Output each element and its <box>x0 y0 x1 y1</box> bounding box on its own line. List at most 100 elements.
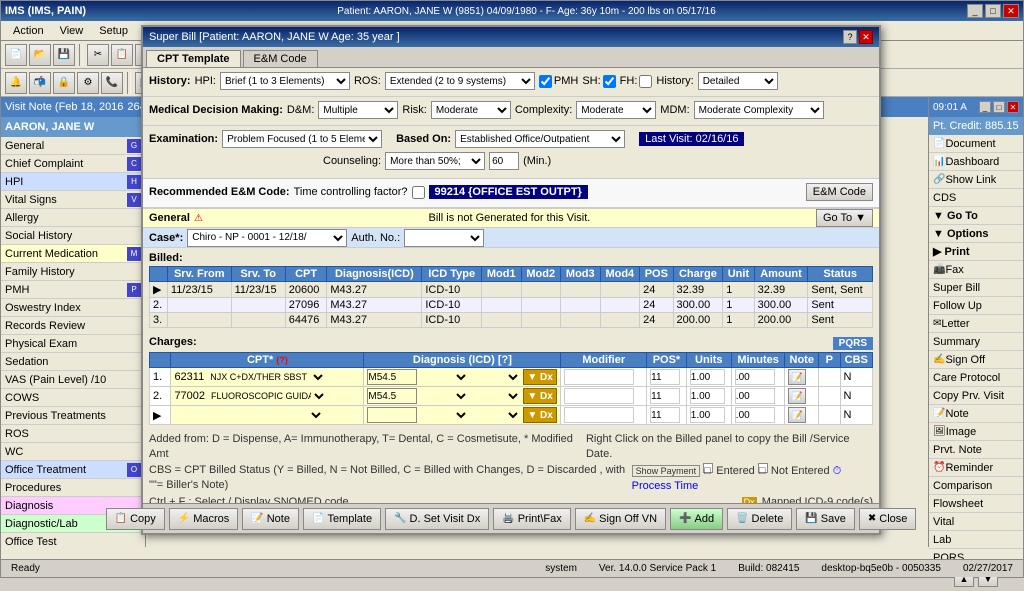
rs-image[interactable]: 🖼 Image <box>929 423 1023 441</box>
sidebar-item-records[interactable]: Records Review <box>1 317 145 335</box>
btn-set-visit-dx[interactable]: 🔧 D. Set Visit Dx <box>385 508 489 530</box>
sidebar-item-prev-treatments[interactable]: Previous Treatments <box>1 407 145 425</box>
note3-btn[interactable]: 📝 <box>788 407 806 423</box>
dx1-button[interactable]: ▼ Dx <box>523 369 556 385</box>
tb2-3[interactable]: 🔒 <box>53 72 75 94</box>
sidebar-item-office-treatment[interactable]: Office Treatment O <box>1 461 145 479</box>
right-minimize[interactable]: _ <box>979 101 991 113</box>
auth-select[interactable] <box>404 229 484 247</box>
cpt3-select[interactable] <box>174 407 324 423</box>
mod3-input[interactable] <box>564 407 634 423</box>
sidebar-item-medication[interactable]: Current Medication M <box>1 245 145 263</box>
diag3-select2[interactable] <box>471 407 521 423</box>
rs-followup[interactable]: Follow Up <box>929 297 1023 315</box>
note2-btn[interactable]: 📝 <box>788 388 806 404</box>
min1-input[interactable] <box>735 369 775 385</box>
rs-options[interactable]: ▼ Options <box>929 225 1023 243</box>
tab-em-code[interactable]: E&M Code <box>243 50 318 67</box>
billed-row-2[interactable]: 2. 27096 M43.27 ICD-10 24 300.00 <box>150 298 873 313</box>
units3-input[interactable] <box>690 407 725 423</box>
mod1-input[interactable] <box>564 369 634 385</box>
tb-cut[interactable]: ✂ <box>87 44 109 66</box>
show-payment-btn[interactable]: Show Payment <box>632 465 701 477</box>
charges-row-3[interactable]: ▶ ▼ Dx <box>150 406 873 425</box>
tb2-2[interactable]: 📬 <box>29 72 51 94</box>
rs-reminder[interactable]: ⏰ Reminder <box>929 459 1023 477</box>
pos2-input[interactable] <box>650 388 680 404</box>
rs-note[interactable]: 📝 Note <box>929 405 1023 423</box>
billed-table-container[interactable]: Srv. From Srv. To CPT Diagnosis(ICD) ICD… <box>149 266 873 328</box>
sidebar-item-procedures[interactable]: Procedures <box>1 479 145 497</box>
right-restore[interactable]: □ <box>993 101 1005 113</box>
sidebar-item-chief-complaint[interactable]: Chief Complaint C <box>1 155 145 173</box>
rs-comparison[interactable]: Comparison <box>929 477 1023 495</box>
minimize-button[interactable]: _ <box>967 4 983 18</box>
rs-dashboard[interactable]: 📊 Dashboard <box>929 153 1023 171</box>
charges-row-2[interactable]: 2. 77002 FLUOROSCOPIC GUIDANCE... <box>150 387 873 406</box>
history-select[interactable]: Detailed <box>698 72 778 90</box>
units2-input[interactable] <box>690 388 725 404</box>
tab-cpt-template[interactable]: CPT Template <box>146 50 241 67</box>
note1-btn[interactable]: 📝 <box>788 369 806 385</box>
counseling-select[interactable]: More than 50%; <box>385 152 485 170</box>
pos1-input[interactable] <box>650 369 680 385</box>
restore-button[interactable]: □ <box>985 4 1001 18</box>
sidebar-item-general[interactable]: General G <box>1 137 145 155</box>
sidebar-item-wc[interactable]: WC <box>1 443 145 461</box>
sidebar-item-oswestry[interactable]: Oswestry Index <box>1 299 145 317</box>
diag3-input[interactable] <box>367 407 417 423</box>
tb-new[interactable]: 📄 <box>5 44 27 66</box>
rs-copy-prev[interactable]: Copy Prv. Visit <box>929 387 1023 405</box>
rs-superbill[interactable]: Super Bill <box>929 279 1023 297</box>
min3-input[interactable] <box>735 407 775 423</box>
mod2-input[interactable] <box>564 388 634 404</box>
tb2-4[interactable]: ⚙ <box>77 72 99 94</box>
diag1-input[interactable] <box>367 369 417 385</box>
rs-summary[interactable]: Summary <box>929 333 1023 351</box>
sidebar-item-family[interactable]: Family History <box>1 263 145 281</box>
tb-save[interactable]: 💾 <box>53 44 75 66</box>
dialog-close[interactable]: ✕ <box>859 30 873 44</box>
menu-view[interactable]: View <box>52 21 92 40</box>
mdm-select[interactable]: Moderate Complexity <box>694 101 824 119</box>
tb2-5[interactable]: 📞 <box>101 72 123 94</box>
sidebar-item-cows[interactable]: COWS <box>1 389 145 407</box>
diag1-select[interactable] <box>419 369 469 385</box>
risk-select[interactable]: Moderate <box>431 101 511 119</box>
complexity-select[interactable]: Moderate <box>576 101 656 119</box>
billed-row-1[interactable]: ▶ 11/23/15 11/23/15 20600 M43.27 ICD-10 … <box>150 282 873 298</box>
btn-copy[interactable]: 📋 Copy <box>106 508 165 530</box>
based-on-select[interactable]: Established Office/Outpatient <box>455 130 625 148</box>
rs-print[interactable]: ▶ Print <box>929 243 1023 261</box>
diag3-select[interactable] <box>419 407 469 423</box>
btn-macros[interactable]: ⚡ Macros <box>169 508 239 530</box>
rs-care[interactable]: Care Protocol <box>929 369 1023 387</box>
fh-checkbox[interactable] <box>639 75 652 88</box>
cpt2-select[interactable]: FLUOROSCOPIC GUIDANCE... <box>207 388 327 404</box>
sidebar-item-pmh[interactable]: PMH P <box>1 281 145 299</box>
diag2-select[interactable] <box>419 388 469 404</box>
sidebar-item-ros[interactable]: ROS <box>1 425 145 443</box>
tb-copy[interactable]: 📋 <box>111 44 133 66</box>
menu-setup[interactable]: Setup <box>91 21 136 40</box>
btn-template[interactable]: 📄 Template <box>303 508 381 530</box>
rs-showlink[interactable]: 🔗 Show Link <box>929 171 1023 189</box>
btn-close[interactable]: ✖ Close <box>859 508 917 530</box>
rs-goto[interactable]: ▼ Go To <box>929 207 1023 225</box>
sidebar-item-vital[interactable]: Vital Signs V <box>1 191 145 209</box>
sidebar-item-allergy[interactable]: Allergy <box>1 209 145 227</box>
charges-row-1[interactable]: 1. 62311 NJX C+DX/THER SBST EDI... <box>150 368 873 387</box>
pmh-checkbox[interactable] <box>539 75 552 88</box>
sidebar-item-sedation[interactable]: Sedation <box>1 353 145 371</box>
cpt1-select[interactable]: NJX C+DX/THER SBST EDI... <box>206 369 326 385</box>
btn-delete[interactable]: 🗑️ Delete <box>727 508 792 530</box>
sidebar-item-hpi[interactable]: HPI H <box>1 173 145 191</box>
sidebar-item-office-test[interactable]: Office Test <box>1 533 145 547</box>
em-code-button[interactable]: E&M Code <box>806 183 873 201</box>
rs-signoff[interactable]: ✍ Sign Off <box>929 351 1023 369</box>
min-input[interactable] <box>489 152 519 170</box>
btn-save[interactable]: 💾 Save <box>796 508 855 530</box>
dm-select[interactable]: Multiple <box>318 101 398 119</box>
rs-letter[interactable]: ✉ Letter <box>929 315 1023 333</box>
diag2-input[interactable] <box>367 388 417 404</box>
